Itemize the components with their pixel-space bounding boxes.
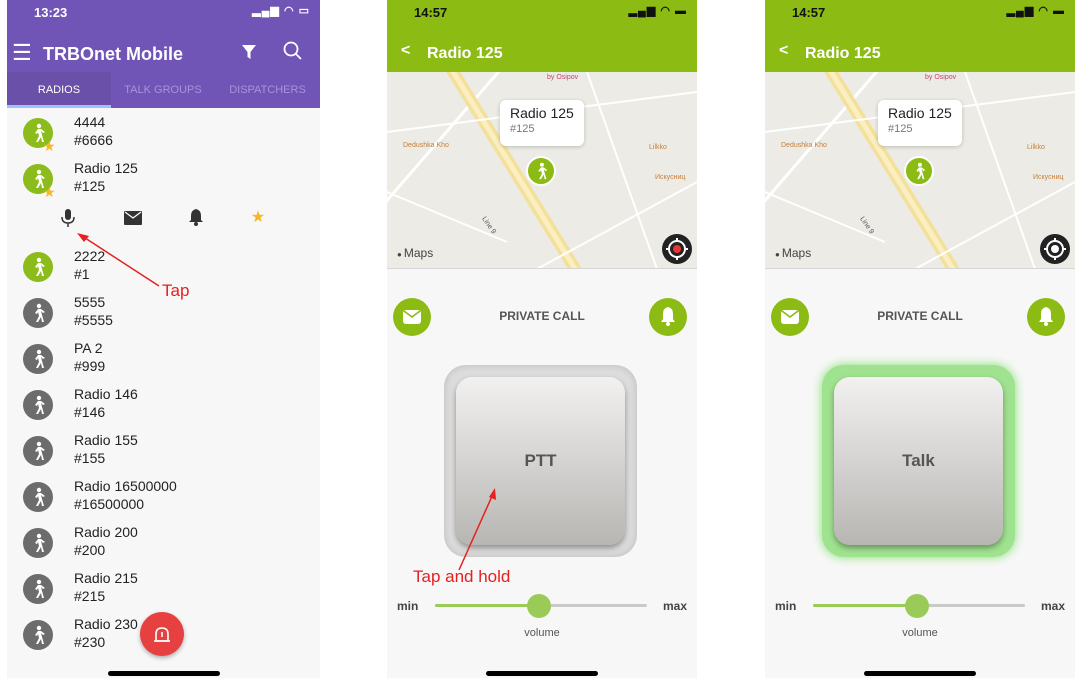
walking-person-icon xyxy=(35,303,45,322)
talk-button[interactable]: Talk xyxy=(834,377,1003,545)
map-poi-label: Dedushka Kho xyxy=(781,142,827,149)
list-item[interactable]: Radio 155 #155 xyxy=(7,430,320,476)
bell-icon xyxy=(1039,307,1053,326)
callout-radio-name: Radio 125 xyxy=(888,105,952,121)
list-item[interactable]: Radio 215 #215 xyxy=(7,568,320,614)
volume-slider[interactable] xyxy=(813,594,1025,618)
map-poi-label: Lilkko xyxy=(1027,144,1045,151)
map-poi-label: Искусниц xyxy=(1033,174,1064,181)
volume-control: min max volume xyxy=(765,590,1075,639)
volume-thumb[interactable] xyxy=(904,594,929,618)
walking-person-icon xyxy=(35,533,45,552)
list-item[interactable]: 2222 #1 xyxy=(7,246,320,292)
radio-name: Radio 215 xyxy=(74,570,138,586)
radio-avatar xyxy=(23,390,53,420)
volume-max-label: max xyxy=(1040,599,1065,613)
list-item[interactable]: Radio 146 #146 xyxy=(7,384,320,430)
volume-fill xyxy=(813,604,917,607)
radio-id: #155 xyxy=(74,450,106,466)
volume-label: volume xyxy=(902,627,938,639)
volume-min-label: min xyxy=(775,599,797,613)
walking-person-icon xyxy=(35,257,45,276)
radio-avatar xyxy=(23,436,53,466)
locate-button[interactable] xyxy=(1040,234,1070,264)
tap-and-hold-annotation: Tap and hold xyxy=(413,567,511,586)
radio-avatar xyxy=(23,574,53,604)
radio-id: #146 xyxy=(74,404,106,420)
back-chevron-icon[interactable]: < xyxy=(779,42,788,60)
callout-radio-id: #125 xyxy=(888,123,913,135)
radio-name: Radio 155 xyxy=(74,432,138,448)
volume-min-label: min xyxy=(397,599,419,613)
volume-control: min max volume xyxy=(387,590,697,639)
volume-slider[interactable] xyxy=(435,594,647,618)
walking-person-icon xyxy=(35,487,45,506)
talk-label: Talk xyxy=(902,451,935,470)
radio-id: #1 xyxy=(74,266,90,282)
alert-button[interactable] xyxy=(1027,298,1065,336)
maps-label: Maps xyxy=(781,246,812,260)
volume-label: volume xyxy=(524,627,560,639)
ptt-button-frame-active: Talk xyxy=(822,365,1015,557)
walking-person-icon xyxy=(35,579,45,598)
volume-thumb[interactable] xyxy=(526,594,551,618)
status-bar: 14:57 ▂▄▆ ◠ ▬ xyxy=(765,0,1075,36)
radio-avatar xyxy=(23,620,53,650)
radio-avatar xyxy=(23,344,53,374)
radio-avatar xyxy=(23,298,53,328)
signal-battery-icon: ▂▄▆ ◠ ▬ xyxy=(1006,5,1065,17)
target-icon xyxy=(1044,238,1066,260)
radio-name: 2222 xyxy=(74,248,106,264)
home-indicator xyxy=(107,671,220,676)
walking-person-icon xyxy=(35,349,45,368)
radio-avatar xyxy=(23,252,53,282)
walking-person-icon xyxy=(35,441,45,460)
radio-id: #16500000 xyxy=(74,496,145,512)
apple-logo-icon: ● xyxy=(775,250,780,259)
radio-map-marker[interactable] xyxy=(904,156,934,186)
radio-id: #230 xyxy=(74,634,106,650)
walking-person-icon xyxy=(35,395,45,414)
emergency-alarm-button[interactable] xyxy=(140,612,184,656)
radio-name: Radio 230 xyxy=(74,616,138,632)
radio-name: Radio 146 xyxy=(74,386,138,402)
map-poi-label: by Osipov xyxy=(925,74,957,81)
page-title: Radio 125 xyxy=(805,45,881,62)
list-item[interactable]: Radio 200 #200 xyxy=(7,522,320,568)
radio-list-screen: 13:23 ▂▄▆ ◠ ▭ ☰ TRBOnet Mobile RADIOS TA… xyxy=(7,0,320,678)
private-call-talking-screen: 14:57 ▂▄▆ ◠ ▬ < Radio 125 by Osipov Dedu… xyxy=(765,0,1075,678)
status-time: 14:57 xyxy=(792,5,826,20)
volume-fill xyxy=(435,604,539,607)
radio-avatar xyxy=(23,528,53,558)
radio-name: Radio 200 xyxy=(74,524,138,540)
home-indicator xyxy=(486,671,598,676)
radio-name: PA 2 xyxy=(74,340,103,356)
list-item[interactable]: Radio 16500000 #16500000 xyxy=(7,476,320,522)
radio-id: #999 xyxy=(74,358,106,374)
radio-name: Radio 16500000 xyxy=(74,478,177,494)
map-callout[interactable]: Radio 125 #125 xyxy=(878,100,962,146)
radio-name: 5555 xyxy=(74,294,106,310)
list-item[interactable]: 5555 #5555 xyxy=(7,292,320,338)
detail-header: 14:57 ▂▄▆ ◠ ▬ < Radio 125 xyxy=(765,0,1075,72)
walking-person-icon xyxy=(35,625,45,644)
walking-person-icon xyxy=(916,162,926,180)
radio-avatar xyxy=(23,482,53,512)
list-item[interactable]: PA 2 #999 xyxy=(7,338,320,384)
alarm-icon xyxy=(154,627,170,642)
volume-max-label: max xyxy=(662,599,687,613)
private-call-screen: 14:57 ▂▄▆ ◠ ▬ < Radio 125 by Osipov Dedu… xyxy=(387,0,697,678)
radio-id: #5555 xyxy=(74,312,113,328)
radio-id: #215 xyxy=(74,588,106,604)
home-indicator xyxy=(864,671,976,676)
radio-id: #200 xyxy=(74,542,106,558)
maps-attribution: ● Maps xyxy=(775,246,811,260)
map-view[interactable]: by Osipov Dedushka Kho Lilkko Искусниц L… xyxy=(765,72,1075,269)
